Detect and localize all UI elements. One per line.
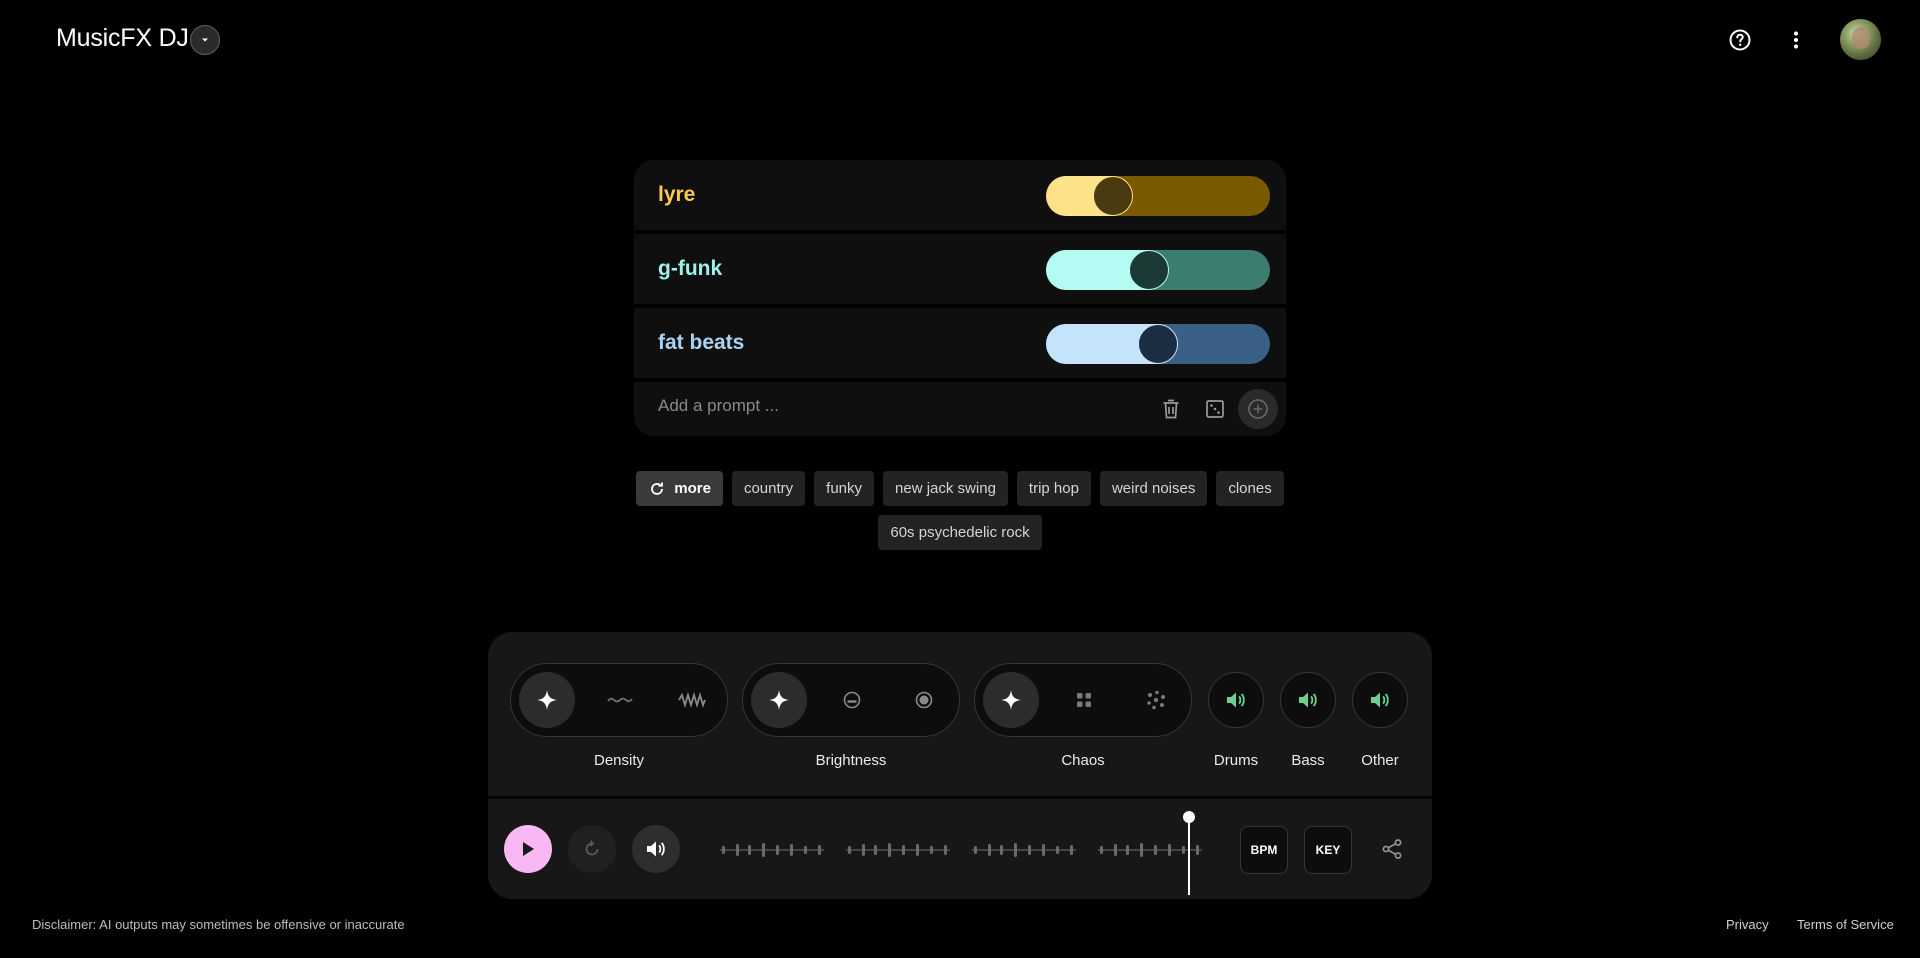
share-button[interactable] [1368, 825, 1416, 873]
other-mute-button[interactable] [1352, 672, 1408, 728]
waveform-segment [972, 843, 1076, 857]
brightness-bright-option[interactable] [896, 672, 952, 728]
slider-knob[interactable] [1093, 176, 1134, 216]
more-label: more [674, 480, 711, 497]
mix-controls: Density Brightness Chaos Drums Bass Othe… [488, 632, 1432, 796]
suggestion-chip[interactable]: clones [1216, 471, 1284, 506]
app-header: MusicFX DJ [0, 0, 1920, 80]
brightness-label: Brightness [815, 752, 887, 769]
prompt-row: fat beats [634, 308, 1286, 378]
reset-button[interactable] [568, 825, 616, 873]
plus-circle-icon [1248, 399, 1268, 419]
suggestion-chip[interactable]: new jack swing [883, 471, 1008, 506]
playhead[interactable] [1188, 819, 1190, 895]
bright-icon [915, 691, 933, 709]
chaos-label: Chaos [1061, 752, 1105, 769]
volume-icon [647, 841, 665, 857]
help-circle-icon [1729, 29, 1751, 51]
suggestion-chip[interactable]: funky [814, 471, 875, 506]
transport-bar: BPM KEY [488, 799, 1432, 899]
bpm-button[interactable]: BPM [1240, 826, 1288, 874]
help-button[interactable] [1720, 20, 1760, 60]
suggestion-chip[interactable]: weird noises [1099, 471, 1208, 506]
footer: Disclaimer: AI outputs may sometimes be … [0, 915, 1920, 935]
add-prompt-button[interactable] [1238, 389, 1278, 429]
slider-knob[interactable] [1129, 250, 1170, 290]
drums-mute-button[interactable] [1208, 672, 1264, 728]
drums-label: Drums [1213, 752, 1259, 769]
play-button[interactable] [504, 825, 552, 873]
title-dropdown-button[interactable] [190, 25, 220, 55]
suggestion-chip[interactable]: 60s psychedelic rock [878, 515, 1042, 550]
density-selector [510, 663, 728, 737]
disclaimer-text: Disclaimer: AI outputs may sometimes be … [32, 917, 405, 932]
brightness-selector [742, 663, 960, 737]
auto-sparkle-icon [1001, 690, 1021, 710]
add-prompt-row [634, 382, 1286, 436]
suggestion-chip[interactable]: country [731, 471, 806, 506]
refresh-icon [651, 482, 664, 495]
play-icon [523, 842, 534, 856]
prompt-label: lyre [658, 183, 696, 206]
timeline[interactable] [718, 809, 1202, 895]
slider-knob[interactable] [1138, 324, 1178, 364]
scatter-dots-icon [1147, 690, 1165, 710]
grid-dots-icon [1077, 693, 1091, 707]
brightness-dim-option[interactable] [824, 672, 880, 728]
prompt-label: g-funk [658, 257, 723, 280]
chaos-low-option[interactable] [1056, 672, 1112, 728]
chaos-high-option[interactable] [1128, 672, 1184, 728]
volume-icon [1227, 692, 1245, 708]
density-low-option[interactable] [592, 672, 648, 728]
more-vert-icon [1794, 31, 1798, 49]
user-avatar[interactable] [1840, 19, 1881, 60]
terms-link[interactable]: Terms of Service [1797, 917, 1894, 932]
prompt-weight-slider[interactable] [1046, 250, 1270, 290]
waveform-segment [846, 843, 950, 857]
density-label: Density [593, 752, 645, 769]
volume-icon [1371, 692, 1389, 708]
playhead-handle[interactable] [1183, 811, 1195, 823]
share-icon [1382, 839, 1402, 859]
bass-label: Bass [1291, 752, 1325, 769]
privacy-link[interactable]: Privacy [1726, 917, 1769, 932]
brightness-auto-option[interactable] [751, 672, 807, 728]
prompt-panel: lyre g-funk fat beats [634, 160, 1286, 436]
volume-icon [1299, 692, 1317, 708]
trash-icon [1163, 399, 1179, 419]
low-wave-icon [607, 697, 633, 703]
waveform-segment [720, 843, 824, 857]
density-auto-option[interactable] [519, 672, 575, 728]
delete-prompt-button[interactable] [1158, 396, 1184, 422]
app-title: MusicFX DJ [56, 24, 189, 52]
high-wave-icon [678, 692, 706, 708]
suggestion-chip[interactable]: trip hop [1016, 471, 1091, 506]
prompt-weight-slider[interactable] [1046, 324, 1270, 364]
prompt-suggestions: more country funky new jack swing trip h… [634, 471, 1286, 550]
random-prompt-button[interactable] [1202, 396, 1228, 422]
bass-mute-button[interactable] [1280, 672, 1336, 728]
other-label: Other [1361, 752, 1399, 769]
dim-icon [843, 691, 861, 709]
caret-down-icon [202, 38, 208, 42]
density-high-option[interactable] [664, 672, 720, 728]
auto-sparkle-icon [537, 690, 557, 710]
add-prompt-input[interactable] [658, 396, 1138, 416]
chaos-selector [974, 663, 1192, 737]
prompt-row: g-funk [634, 234, 1286, 304]
dice-icon [1206, 400, 1224, 418]
reset-icon [585, 840, 599, 856]
more-suggestions-button[interactable]: more [636, 471, 723, 506]
volume-button[interactable] [632, 825, 680, 873]
more-menu-button[interactable] [1776, 20, 1816, 60]
prompt-label: fat beats [658, 331, 745, 354]
auto-sparkle-icon [769, 690, 789, 710]
prompt-row: lyre [634, 160, 1286, 230]
control-deck: Density Brightness Chaos Drums Bass Othe… [488, 632, 1432, 899]
key-button[interactable]: KEY [1304, 826, 1352, 874]
prompt-weight-slider[interactable] [1046, 176, 1270, 216]
chaos-auto-option[interactable] [983, 672, 1039, 728]
